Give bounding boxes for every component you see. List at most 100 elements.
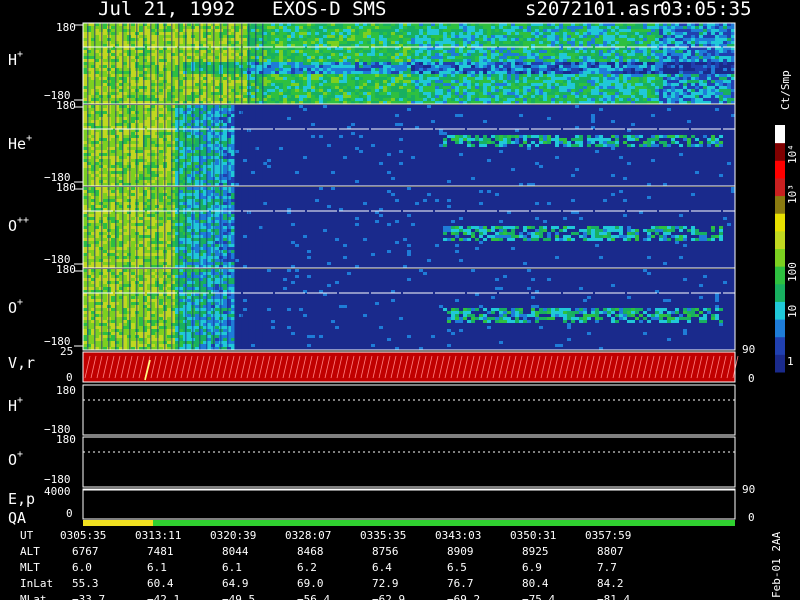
table-cell: −49.5 bbox=[222, 593, 256, 600]
stripe bbox=[115, 23, 117, 104]
colorbar-segment bbox=[775, 266, 785, 285]
tick-op-top: 180 bbox=[56, 263, 76, 276]
stripe bbox=[129, 23, 131, 104]
qa-bar-yellow bbox=[83, 520, 153, 526]
table-cell: 6767 bbox=[72, 545, 99, 558]
stripe bbox=[157, 269, 159, 350]
table-cell: 0343:03 bbox=[435, 529, 482, 542]
table-cell: 0305:35 bbox=[60, 529, 107, 542]
tick-h-top: 180 bbox=[56, 21, 76, 34]
stripe bbox=[213, 269, 215, 350]
stripe bbox=[206, 23, 208, 104]
stripe bbox=[122, 187, 124, 268]
stripe bbox=[220, 187, 222, 268]
stripe bbox=[87, 269, 89, 350]
stripe bbox=[122, 269, 124, 350]
table-row-name-mlat: MLat bbox=[20, 593, 47, 600]
table-cell: 6.1 bbox=[147, 561, 167, 574]
table-cell: 80.4 bbox=[522, 577, 549, 590]
stripe bbox=[234, 269, 236, 350]
stripe bbox=[150, 105, 152, 186]
colorbar-segment bbox=[775, 319, 785, 338]
colorbar-segment bbox=[775, 160, 785, 179]
ep-frame bbox=[82, 488, 736, 520]
stripe bbox=[171, 105, 173, 186]
stripe bbox=[108, 105, 110, 186]
stripe bbox=[192, 23, 194, 104]
colorbar-tick-100: 100 bbox=[786, 262, 799, 282]
table-cell: 72.9 bbox=[372, 577, 399, 590]
stripe bbox=[87, 23, 89, 104]
table-cell: 8044 bbox=[222, 545, 249, 558]
table-cell: 8468 bbox=[297, 545, 324, 558]
stripe bbox=[136, 23, 138, 104]
stripe bbox=[255, 187, 257, 268]
stripe bbox=[213, 23, 215, 104]
sms-spectrogram-plot: Jul 21, 1992 EXOS-D SMS s2072101.asr 03:… bbox=[0, 0, 800, 600]
stripe bbox=[164, 105, 166, 186]
table-cell: 76.7 bbox=[447, 577, 474, 590]
stripe bbox=[94, 105, 96, 186]
header-date: Jul 21, 1992 bbox=[98, 0, 236, 20]
stripe bbox=[122, 23, 124, 104]
colorbar-unit-label: Ct/Smp bbox=[779, 70, 792, 110]
stripe bbox=[248, 105, 250, 186]
stripe bbox=[241, 105, 243, 186]
table-cell: 0320:39 bbox=[210, 529, 257, 542]
header-instrument: EXOS-D SMS bbox=[272, 0, 387, 20]
stripe bbox=[136, 187, 138, 268]
table-cell: −81.4 bbox=[597, 593, 631, 600]
tick-vr-top: 25 bbox=[60, 345, 74, 358]
stripe bbox=[192, 269, 194, 350]
stripe bbox=[185, 187, 187, 268]
stripe bbox=[185, 105, 187, 186]
stripe bbox=[94, 23, 96, 104]
stripe bbox=[227, 187, 229, 268]
colorbar-segment bbox=[775, 213, 785, 232]
panel-label-h-plus: H+ bbox=[8, 49, 24, 69]
stripe bbox=[227, 269, 229, 350]
stripe bbox=[164, 23, 166, 104]
table-cell: 0350:31 bbox=[510, 529, 557, 542]
stripe bbox=[157, 23, 159, 104]
qa-bar-green bbox=[153, 520, 735, 526]
table-cell: 6.5 bbox=[447, 561, 467, 574]
header-time: 03:05:35 bbox=[660, 0, 752, 20]
table-cell: −42.1 bbox=[147, 593, 181, 600]
panel-label-o-plusplus: O++ bbox=[8, 215, 30, 235]
stripe bbox=[192, 187, 194, 268]
stripe bbox=[255, 23, 257, 104]
stripe bbox=[206, 105, 208, 186]
stripe bbox=[206, 269, 208, 350]
stripe bbox=[164, 187, 166, 268]
table-cell: 6.9 bbox=[522, 561, 542, 574]
stripe bbox=[220, 23, 222, 104]
stripe bbox=[255, 269, 257, 350]
colorbar-segment bbox=[775, 230, 785, 249]
tick-ep-right-bottom: 0 bbox=[748, 511, 755, 524]
stripe bbox=[129, 269, 131, 350]
plot-canvas bbox=[74, 22, 785, 526]
table-cell: 0313:11 bbox=[135, 529, 182, 542]
stripe bbox=[234, 23, 236, 104]
table-cell: 0335:35 bbox=[360, 529, 407, 542]
table-cell: 7.7 bbox=[597, 561, 617, 574]
table-cell: −56.4 bbox=[297, 593, 331, 600]
colorbar-segment bbox=[775, 336, 785, 355]
table-row-name-ut: UT bbox=[20, 529, 34, 542]
stripe bbox=[185, 23, 187, 104]
stripe bbox=[108, 269, 110, 350]
colorbar-tick-10000: 10⁴ bbox=[786, 144, 799, 164]
stripe bbox=[101, 23, 103, 104]
stripe bbox=[136, 269, 138, 350]
stripe bbox=[227, 23, 229, 104]
stripe bbox=[248, 187, 250, 268]
table-row-name-inlat: InLat bbox=[20, 577, 54, 590]
stripe bbox=[129, 187, 131, 268]
stripe bbox=[87, 187, 89, 268]
colorbar-segment bbox=[775, 354, 785, 373]
colorbar-segment bbox=[775, 195, 785, 214]
colorbar-segment bbox=[775, 283, 785, 302]
tick-ep-right-top: 90 bbox=[742, 483, 756, 496]
stripe bbox=[171, 187, 173, 268]
